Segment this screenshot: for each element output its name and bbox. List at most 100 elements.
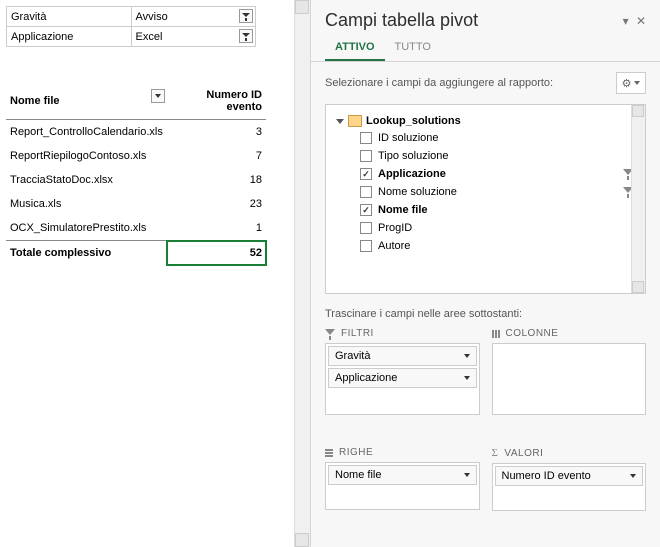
pane-subheader-row: Selezionare i campi da aggiungere al rap…: [311, 62, 660, 104]
checkbox-icon[interactable]: ✓: [360, 168, 372, 180]
field-item[interactable]: Autore: [332, 237, 639, 255]
filter-value-cell[interactable]: Avviso: [131, 7, 256, 27]
table-name: Lookup_solutions: [366, 115, 461, 127]
checkbox-icon[interactable]: [360, 240, 372, 252]
pane-header: Campi tabella pivot ▾ ✕: [311, 0, 660, 35]
filter-value-cell[interactable]: Excel: [131, 27, 256, 47]
area-item[interactable]: Nome file: [328, 465, 477, 485]
collapse-icon[interactable]: [336, 119, 344, 124]
field-label: Applicazione: [378, 168, 446, 180]
sigma-icon: Σ: [492, 447, 499, 459]
area-item-label: Applicazione: [335, 372, 397, 384]
checkbox-icon[interactable]: [360, 186, 372, 198]
pivot-row-label[interactable]: TracciaStatoDoc.xlsx: [6, 168, 167, 192]
checkbox-icon[interactable]: [360, 222, 372, 234]
fields-scrollbar[interactable]: [631, 105, 645, 293]
filter-label: Applicazione: [7, 27, 132, 47]
area-item-label: Nome file: [335, 469, 381, 481]
checkbox-icon[interactable]: [360, 150, 372, 162]
area-label: FILTRI: [325, 328, 480, 339]
area-values: ΣVALORI Numero ID evento: [492, 447, 647, 535]
tab-active[interactable]: ATTIVO: [325, 35, 385, 61]
pivot-row-value[interactable]: 18: [167, 168, 266, 192]
area-label: COLONNE: [492, 328, 647, 339]
filter-dropdown-icon[interactable]: [239, 9, 253, 23]
worksheet-scrollbar[interactable]: [294, 0, 310, 547]
area-item-label: Gravità: [335, 350, 370, 362]
chevron-down-icon[interactable]: [464, 354, 470, 358]
chevron-down-icon[interactable]: [464, 376, 470, 380]
row-header-dropdown-icon[interactable]: [151, 89, 165, 103]
filter-value-text: Avviso: [136, 11, 168, 23]
row-header[interactable]: Nome file: [6, 83, 167, 120]
area-item[interactable]: Numero ID evento: [495, 466, 644, 486]
pivot-row-label[interactable]: OCX_SimulatorePrestito.xls: [6, 216, 167, 241]
pivot-row-value[interactable]: 1: [167, 216, 266, 241]
pivot-row-label[interactable]: Musica.xls: [6, 192, 167, 216]
table-node[interactable]: Lookup_solutions: [332, 113, 639, 129]
area-columns: COLONNE: [492, 328, 647, 439]
tab-all[interactable]: TUTTO: [385, 35, 441, 61]
pane-tabs: ATTIVO TUTTO: [311, 35, 660, 62]
pivot-row-value[interactable]: 23: [167, 192, 266, 216]
filter-dropdown-icon[interactable]: [239, 29, 253, 43]
field-item[interactable]: Nome soluzione: [332, 183, 639, 201]
pivot-table: Nome file Numero ID evento Report_Contro…: [6, 83, 266, 265]
columns-icon: [492, 330, 500, 338]
value-header: Numero ID evento: [167, 83, 266, 120]
pivot-total-label[interactable]: Totale complessivo: [6, 241, 167, 266]
scroll-down-button[interactable]: [632, 281, 644, 293]
pivot-row-value[interactable]: 7: [167, 144, 266, 168]
chevron-down-icon[interactable]: [630, 474, 636, 478]
rows-icon: [325, 449, 333, 457]
scroll-up-button[interactable]: [295, 0, 309, 14]
field-label: ProgID: [378, 222, 412, 234]
checkbox-icon[interactable]: [360, 132, 372, 144]
area-rows-box[interactable]: Nome file: [325, 462, 480, 510]
field-item[interactable]: ID soluzione: [332, 129, 639, 147]
area-filters: FILTRI Gravità Applicazione: [325, 328, 480, 439]
field-label: ID soluzione: [378, 132, 439, 144]
area-values-box[interactable]: Numero ID evento: [492, 463, 647, 511]
filter-label: Gravità: [7, 7, 132, 27]
pivot-row-value[interactable]: 3: [167, 120, 266, 145]
pane-window-controls: ▾ ✕: [619, 14, 646, 28]
table-icon: [348, 115, 362, 127]
area-columns-box[interactable]: [492, 343, 647, 415]
area-rows: RIGHE Nome file: [325, 447, 480, 535]
pivot-body: Report_ControlloCalendario.xls3 ReportRi…: [6, 120, 266, 266]
checkbox-icon[interactable]: ✓: [360, 204, 372, 216]
field-label: Nome file: [378, 204, 428, 216]
pivot-total-value[interactable]: 52: [167, 241, 266, 266]
area-filters-box[interactable]: Gravità Applicazione: [325, 343, 480, 415]
pane-subheader: Selezionare i campi da aggiungere al rap…: [325, 77, 553, 89]
close-icon[interactable]: ✕: [636, 14, 646, 28]
area-item-label: Numero ID evento: [502, 470, 591, 482]
field-item[interactable]: ✓ Nome file: [332, 201, 639, 219]
pivot-worksheet: Gravità Avviso Applicazione Excel Nome f…: [0, 0, 310, 547]
field-item[interactable]: Tipo soluzione: [332, 147, 639, 165]
field-label: Nome soluzione: [378, 186, 457, 198]
pivot-row-label[interactable]: Report_ControlloCalendario.xls: [6, 120, 167, 145]
area-label: ΣVALORI: [492, 447, 647, 459]
chevron-down-icon[interactable]: [464, 473, 470, 477]
area-item[interactable]: Applicazione: [328, 368, 477, 388]
area-label: RIGHE: [325, 447, 480, 458]
funnel-icon: [325, 329, 335, 339]
filter-value-text: Excel: [136, 31, 163, 43]
pane-dropdown-icon[interactable]: ▾: [623, 14, 629, 28]
pane-title: Campi tabella pivot: [325, 10, 478, 31]
fields-list: Lookup_solutions ID soluzione Tipo soluz…: [325, 104, 646, 294]
field-item[interactable]: ProgID: [332, 219, 639, 237]
field-label: Tipo soluzione: [378, 150, 449, 162]
field-item[interactable]: ✓ Applicazione: [332, 165, 639, 183]
field-label: Autore: [378, 240, 410, 252]
area-item[interactable]: Gravità: [328, 346, 477, 366]
report-filter-table: Gravità Avviso Applicazione Excel: [6, 6, 256, 47]
pivot-fields-pane: Campi tabella pivot ▾ ✕ ATTIVO TUTTO Sel…: [310, 0, 660, 547]
scroll-down-button[interactable]: [295, 533, 309, 547]
tools-button[interactable]: [616, 72, 646, 94]
row-header-label: Nome file: [10, 95, 60, 107]
pivot-row-label[interactable]: ReportRiepilogoContoso.xls: [6, 144, 167, 168]
scroll-up-button[interactable]: [632, 105, 644, 117]
